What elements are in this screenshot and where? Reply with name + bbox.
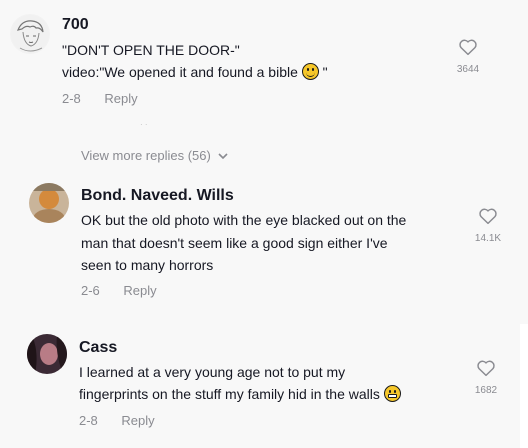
comment-meta: 2-8 Reply	[79, 413, 175, 428]
grimacing-face-icon	[383, 385, 401, 402]
like-count: 3644	[456, 64, 480, 75]
avatar[interactable]	[10, 14, 50, 54]
heart-outline-icon	[477, 360, 495, 377]
comment-username[interactable]: Cass	[79, 339, 117, 357]
reply-button[interactable]: Reply	[121, 413, 154, 428]
smiling-face-icon	[301, 63, 319, 80]
view-more-label: View more replies (56)	[81, 148, 211, 163]
avatar[interactable]	[27, 334, 67, 374]
like-count: 1682	[474, 385, 498, 396]
sketch-avatar-icon	[11, 15, 49, 53]
reply-button[interactable]: Reply	[123, 283, 156, 298]
comment-date: 2-8	[79, 413, 98, 428]
comment-text-line: video:"We opened it and found a bible "	[62, 60, 328, 84]
like-count: 14.1K	[474, 233, 502, 244]
comment-text-line: I learned at a very young age not to put…	[79, 364, 346, 380]
view-more-replies-button[interactable]: View more replies (56)	[81, 148, 229, 163]
comment-text-line: OK but the old photo with the eye blacke…	[81, 212, 407, 228]
heart-outline-icon	[459, 39, 477, 56]
photo-avatar-icon	[29, 183, 69, 223]
divider-dots: · ·	[140, 120, 148, 129]
comment-text-end: "	[322, 64, 328, 80]
comment-text-line: "DON'T OPEN THE DOOR-"	[62, 42, 240, 58]
heart-outline-icon	[479, 208, 497, 225]
like-button[interactable]: 3644	[448, 38, 488, 75]
comment-text: fingerprints on the stuff my family hid …	[79, 386, 380, 402]
photo-avatar-icon	[27, 334, 67, 374]
like-button[interactable]: 1682	[466, 359, 506, 396]
comment-username[interactable]: Bond. Naveed. Wills	[81, 187, 234, 205]
comment-text-line: seen to many horrors	[81, 257, 214, 273]
avatar[interactable]	[29, 183, 69, 223]
comment-text-line: fingerprints on the stuff my family hid …	[79, 382, 401, 406]
comment-username[interactable]: 700	[62, 16, 89, 34]
comment-meta: 2-6 Reply	[81, 283, 177, 298]
reply-button[interactable]: Reply	[104, 91, 137, 106]
comment-meta: 2-8 Reply	[62, 91, 158, 106]
comment-text: video:"We opened it and found a bible	[62, 64, 298, 80]
comment-date: 2-6	[81, 283, 100, 298]
comment-date: 2-8	[62, 91, 81, 106]
like-button[interactable]: 14.1K	[468, 207, 508, 244]
comment-text-line: man that doesn't seem like a good sign e…	[81, 235, 388, 251]
chevron-down-icon	[218, 153, 229, 160]
